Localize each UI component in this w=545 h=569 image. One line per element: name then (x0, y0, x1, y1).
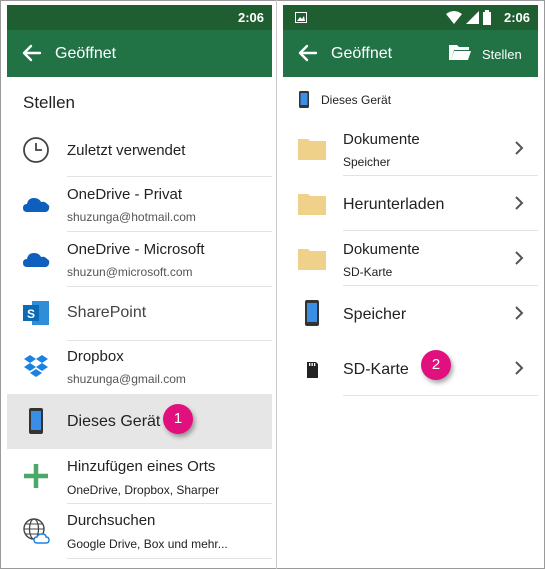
back-arrow-icon[interactable] (297, 42, 319, 64)
place-recent[interactable]: Zuletzt verwendet (7, 125, 272, 177)
folder-icon (298, 194, 326, 215)
signal-icon (466, 11, 479, 24)
phone-icon (29, 408, 43, 434)
place-onedrive-personal[interactable]: OneDrive - Privat shuzunga@hotmail.com (7, 177, 272, 232)
onedrive-cloud-icon (23, 253, 50, 267)
storage-internal[interactable]: Speicher (283, 286, 538, 341)
place-label: Hinzufügen eines Orts (67, 458, 216, 475)
place-hint: OneDrive, Dropbox, Sharper (67, 483, 220, 497)
svg-text:S: S (27, 307, 35, 321)
place-browse[interactable]: Durchsuchen Google Drive, Box und mehr..… (7, 504, 272, 559)
status-time: 2:06 (237, 10, 264, 25)
place-label: OneDrive - Privat (67, 186, 183, 203)
place-onedrive-business[interactable]: OneDrive - Microsoft shuzun@microsoft.co… (7, 232, 272, 287)
place-label: SharePoint (67, 304, 147, 321)
chevron-right-icon (515, 251, 524, 265)
stellen-action[interactable]: Stellen (482, 47, 522, 62)
folder-downloads[interactable]: Herunterladen (283, 176, 538, 231)
app-bar-title: Geöffnet (55, 45, 117, 62)
battery-icon (483, 10, 491, 25)
folder-location: Speicher (343, 155, 391, 169)
folder-location: SD-Karte (343, 265, 393, 279)
place-account: shuzun@microsoft.com (67, 265, 193, 279)
dropbox-icon (24, 355, 48, 377)
status-bar: 2:06 (283, 5, 538, 30)
phone-icon (299, 91, 309, 108)
place-this-device[interactable]: Dieses Gerät 1 (7, 394, 272, 449)
place-hint: Google Drive, Box und mehr... (67, 537, 228, 551)
panel-divider (276, 0, 277, 569)
storage-label: SD-Karte (343, 361, 409, 378)
back-arrow-icon[interactable] (21, 42, 43, 64)
row-divider (343, 395, 538, 396)
image-notification-icon (295, 12, 307, 23)
clock-icon (23, 137, 49, 163)
place-add[interactable]: Hinzufügen eines Orts OneDrive, Dropbox,… (7, 449, 272, 504)
place-label: Dropbox (67, 348, 124, 365)
sd-card-icon (307, 362, 318, 378)
sharepoint-icon: S (23, 301, 49, 325)
folder-label: Herunterladen (343, 196, 445, 213)
app-bar-title: Geöffnet (331, 45, 393, 62)
chevron-right-icon (515, 141, 524, 155)
wifi-icon (446, 11, 462, 24)
status-bar: 2:06 (7, 5, 272, 30)
device-header: Dieses Gerät (283, 77, 538, 121)
chevron-right-icon (515, 306, 524, 320)
folder-documents-storage[interactable]: Dokumente Speicher (283, 121, 538, 176)
right-screen: 2:06 Geöffnet Stellen Dieses Gerät Dokum… (283, 5, 538, 569)
place-account: shuzunga@hotmail.com (67, 210, 196, 224)
device-header-label: Dieses Gerät (321, 93, 392, 107)
globe-cloud-icon (23, 518, 50, 544)
folder-documents-sdcard[interactable]: Dokumente SD-Karte (283, 231, 538, 286)
chevron-right-icon (515, 196, 524, 210)
row-divider (67, 558, 272, 559)
left-screen: 2:06 Geöffnet Stellen Zuletzt verwendet … (7, 5, 272, 569)
app-bar: Geöffnet (7, 30, 272, 77)
place-label: Zuletzt verwendet (67, 142, 186, 159)
storage-label: Speicher (343, 306, 407, 323)
folder-icon (298, 249, 326, 270)
place-dropbox[interactable]: Dropbox shuzunga@gmail.com (7, 341, 272, 394)
storage-sdcard[interactable]: SD-Karte 2 (283, 341, 538, 396)
chevron-right-icon (515, 361, 524, 375)
open-folder-icon[interactable] (448, 42, 472, 62)
place-label: Dieses Gerät (67, 413, 161, 430)
phone-icon (305, 300, 319, 326)
folder-label: Dokumente (343, 131, 420, 148)
step-badge: 2 (421, 350, 451, 380)
step-badge: 1 (163, 404, 193, 434)
folder-icon (298, 139, 326, 160)
status-time: 2:06 (503, 10, 530, 25)
plus-icon (24, 464, 48, 488)
onedrive-cloud-icon (23, 198, 50, 212)
section-title: Stellen (23, 93, 75, 112)
place-label: OneDrive - Microsoft (67, 241, 205, 258)
app-bar: Geöffnet Stellen (283, 30, 538, 77)
place-sharepoint[interactable]: S SharePoint (7, 287, 272, 341)
place-account: shuzunga@gmail.com (67, 372, 186, 386)
place-label: Durchsuchen (67, 512, 156, 529)
folder-label: Dokumente (343, 241, 420, 258)
